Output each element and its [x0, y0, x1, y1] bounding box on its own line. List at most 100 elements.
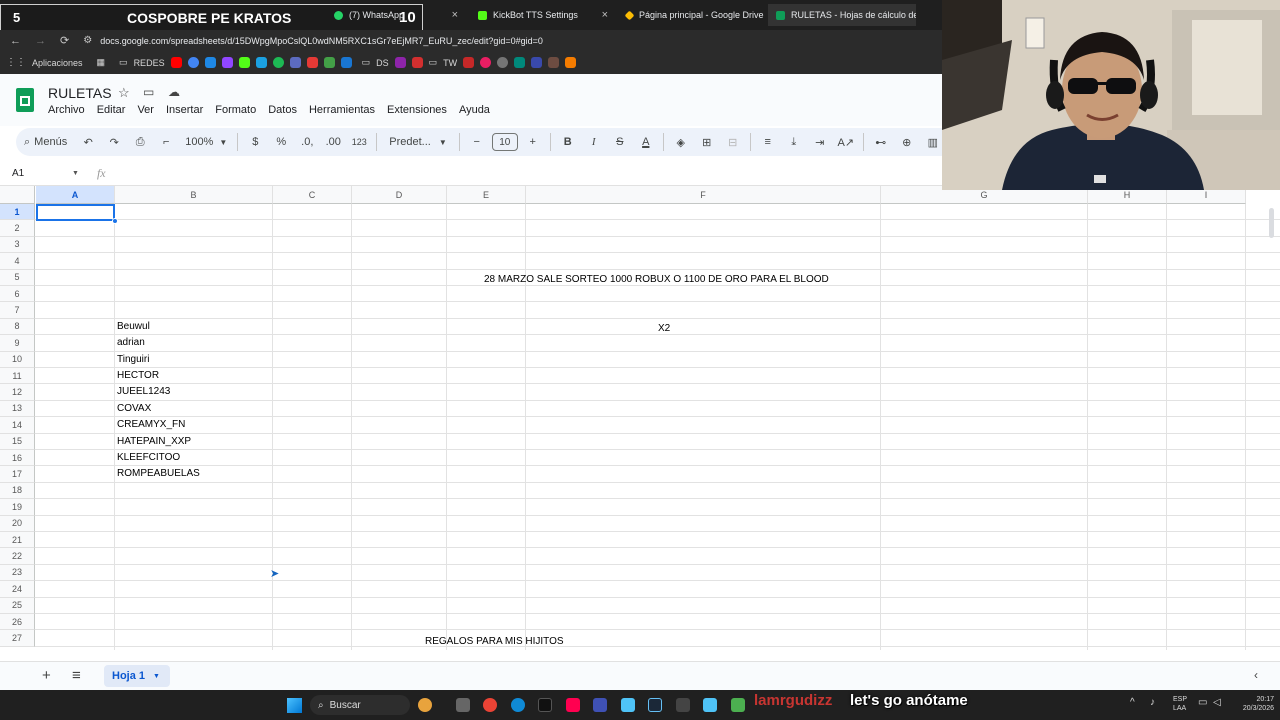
- decrease-decimal-button[interactable]: .0,: [296, 131, 318, 153]
- font-select[interactable]: Predet... ▼: [383, 131, 453, 153]
- row-header-5[interactable]: 5: [0, 269, 35, 286]
- volume-icon[interactable]: ◁: [1213, 697, 1221, 708]
- row-header-6[interactable]: 6: [0, 286, 35, 303]
- column-header-a[interactable]: A: [36, 186, 115, 204]
- app-icon[interactable]: [463, 57, 475, 68]
- row-header-18[interactable]: 18: [0, 482, 35, 500]
- row-header-4[interactable]: 4: [0, 253, 35, 270]
- redo-icon[interactable]: ↷: [103, 131, 125, 153]
- photos-icon[interactable]: [204, 57, 216, 68]
- row-header-20[interactable]: 20: [0, 515, 35, 532]
- edge-icon[interactable]: [255, 57, 267, 68]
- text-rotation-icon[interactable]: A↗: [835, 131, 857, 153]
- cell-b15[interactable]: HATEPAIN_XXP: [117, 434, 191, 450]
- row-header-7[interactable]: 7: [0, 302, 35, 319]
- close-icon[interactable]: ×: [602, 9, 608, 21]
- star-icon[interactable]: ☆: [118, 85, 130, 101]
- back-icon[interactable]: ←: [10, 35, 21, 47]
- decrease-font-size-button[interactable]: −: [466, 131, 488, 153]
- settings-icon[interactable]: [497, 57, 509, 68]
- steam-icon[interactable]: [648, 698, 662, 712]
- purple-app-icon[interactable]: [394, 57, 406, 68]
- row-header-24[interactable]: 24: [0, 581, 35, 598]
- horizontal-align-icon[interactable]: ≡: [757, 131, 779, 153]
- tab-google-drive[interactable]: Página principal - Google Drive ×: [618, 4, 766, 26]
- globe-icon[interactable]: [340, 57, 352, 68]
- row-header-16[interactable]: 16: [0, 450, 35, 467]
- sheet-tab-hoja1[interactable]: Hoja 1 ▼: [104, 665, 170, 687]
- row-header-19[interactable]: 19: [0, 499, 35, 516]
- spotify-icon[interactable]: [272, 57, 284, 68]
- close-icon[interactable]: ×: [452, 9, 458, 21]
- italic-button[interactable]: I: [583, 131, 605, 153]
- cell-b16[interactable]: KLEEFCITOO: [117, 450, 180, 466]
- cell-f8[interactable]: X2: [658, 321, 670, 337]
- name-box[interactable]: A1: [12, 168, 72, 179]
- tab-kickbot[interactable]: KickBot TTS Settings ×: [470, 4, 616, 26]
- number-format-button[interactable]: 123: [348, 131, 370, 153]
- bold-button[interactable]: B: [557, 131, 579, 153]
- increase-decimal-button[interactable]: .00: [322, 131, 344, 153]
- chevron-down-icon[interactable]: ▼: [72, 170, 79, 177]
- minecraft-icon[interactable]: [731, 698, 745, 712]
- apps-icon[interactable]: ⋮⋮: [6, 57, 26, 68]
- row-header-17[interactable]: 17: [0, 466, 35, 483]
- fill-color-icon[interactable]: ◈: [670, 131, 692, 153]
- explore-icon[interactable]: ‹: [1254, 668, 1258, 682]
- vertical-align-icon[interactable]: ⤓: [783, 131, 805, 153]
- tab-whatsapp[interactable]: (7) WhatsApp ×: [326, 4, 466, 26]
- row-header-14[interactable]: 14: [0, 417, 35, 434]
- kick-icon[interactable]: [238, 57, 250, 68]
- column-header-e[interactable]: E: [447, 186, 526, 204]
- add-sheet-button[interactable]: +: [42, 667, 51, 684]
- app-icon[interactable]: [593, 698, 607, 712]
- tab-ruletas[interactable]: RULETAS - Hojas de cálculo de ×: [768, 4, 916, 26]
- cell-b9[interactable]: adrian: [117, 335, 145, 351]
- strikethrough-button[interactable]: S: [609, 131, 631, 153]
- cell-b13[interactable]: COVAX: [117, 401, 151, 417]
- edge-icon[interactable]: [511, 698, 525, 712]
- spreadsheet-grid[interactable]: ABCDEFGHI 1 2 3 4 5 6 7 8 9 10 11 12 13 14 15 16 17 18 19 2…: [0, 186, 1280, 650]
- cell-f5[interactable]: 28 MARZO SALE SORTEO 1000 ROBUX O 1100 D…: [484, 272, 829, 288]
- url-field[interactable]: docs.google.com/spreadsheets/d/15DWpgMpo…: [100, 36, 543, 46]
- tiktok-icon[interactable]: [566, 698, 580, 712]
- sheets-logo-icon[interactable]: [16, 88, 34, 112]
- vertical-scrollbar[interactable]: [1268, 204, 1276, 650]
- all-sheets-button[interactable]: ≡: [72, 667, 81, 684]
- zoom-select[interactable]: 100% ▼: [181, 131, 231, 153]
- windows-start-icon[interactable]: [287, 698, 302, 713]
- menu-extensiones[interactable]: Extensiones: [387, 104, 447, 116]
- shield-icon[interactable]: [289, 57, 301, 68]
- bookmark-tw[interactable]: TW: [443, 58, 457, 68]
- menu-editar[interactable]: Editar: [97, 104, 126, 116]
- tray-chevron-icon[interactable]: ^: [1130, 697, 1135, 708]
- insert-comment-icon[interactable]: ⊕: [896, 131, 918, 153]
- text-color-button[interactable]: A: [635, 131, 657, 153]
- undo-icon[interactable]: ↶: [77, 131, 99, 153]
- calculator-icon[interactable]: [676, 698, 690, 712]
- column-header-c[interactable]: C: [273, 186, 352, 204]
- app-icon[interactable]: [480, 57, 492, 68]
- row-header-27[interactable]: 27: [0, 630, 35, 647]
- row-header-25[interactable]: 25: [0, 597, 35, 614]
- network-icon[interactable]: ▭: [1198, 697, 1207, 708]
- row-header-22[interactable]: 22: [0, 548, 35, 565]
- reload-icon[interactable]: ⟳: [60, 34, 69, 47]
- terminal-icon[interactable]: [538, 698, 552, 712]
- row-header-3[interactable]: 3: [0, 236, 35, 254]
- cell-b14[interactable]: CREAMYX_FN: [117, 417, 185, 433]
- row-header-21[interactable]: 21: [0, 532, 35, 549]
- row-header-11[interactable]: 11: [0, 368, 35, 385]
- menu-insertar[interactable]: Insertar: [166, 104, 203, 116]
- row-header-10[interactable]: 10: [0, 351, 35, 368]
- microphone-icon[interactable]: ♪: [1150, 697, 1155, 708]
- taskbar-search[interactable]: ⌕ Buscar: [310, 695, 410, 715]
- row-header-12[interactable]: 12: [0, 384, 35, 401]
- clock[interactable]: 20:17 20/3/2026: [1230, 695, 1274, 713]
- bookmark-redes[interactable]: REDES: [134, 58, 165, 68]
- menu-ayuda[interactable]: Ayuda: [459, 104, 490, 116]
- row-header-2[interactable]: 2: [0, 220, 35, 237]
- selected-cell-a1[interactable]: [36, 204, 115, 221]
- cell-b17[interactable]: ROMPEABUELAS: [117, 466, 200, 482]
- cloud-icon[interactable]: [306, 57, 318, 68]
